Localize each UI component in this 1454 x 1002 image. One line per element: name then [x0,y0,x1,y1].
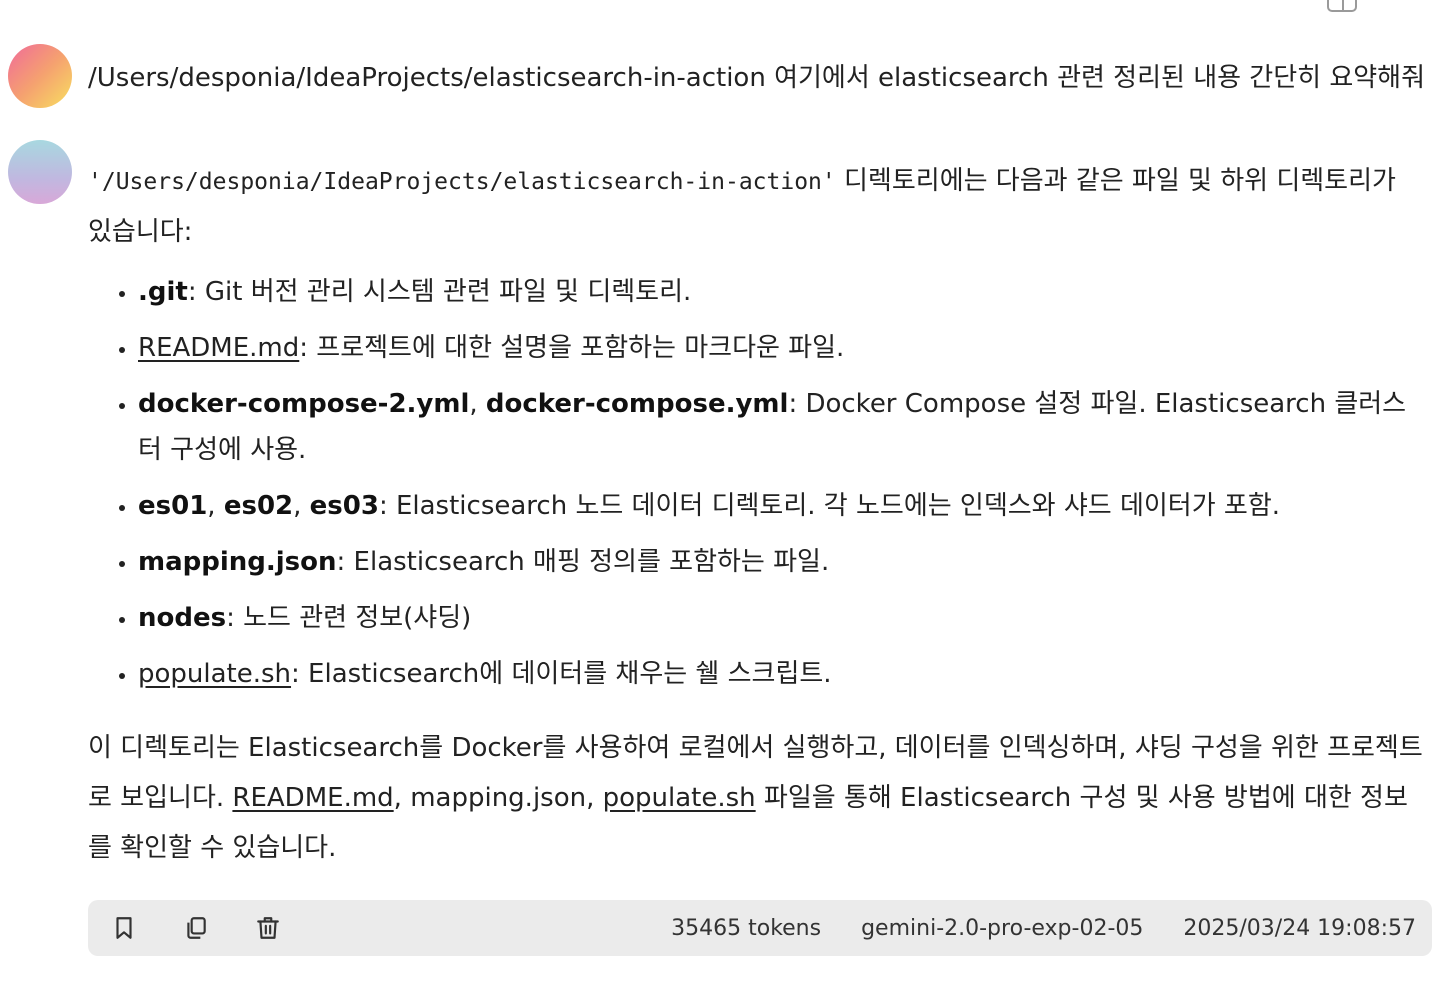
more-horizontal-icon[interactable]: ··· [1397,0,1428,9]
list-item: docker-compose-2.yml, docker-compose.yml… [138,381,1428,473]
token-count: 35465 tokens [671,915,822,941]
readme-link[interactable]: README.md [232,783,393,813]
list-item: mapping.json: Elasticsearch 매핑 정의를 포함하는 … [138,539,1428,585]
timestamp: 2025/03/24 19:08:57 [1183,915,1416,941]
item-desc: : Elasticsearch에 데이터를 채우는 쉘 스크립트. [291,659,832,689]
copy-icon[interactable] [176,908,216,948]
summary-paragraph: 이 디렉토리는 Elasticsearch를 Docker를 사용하여 로컬에서… [88,723,1428,873]
item-name: docker-compose-2.yml [138,389,470,419]
populate-link[interactable]: populate.sh [138,659,291,689]
summary-text: , mapping.json, [393,783,603,813]
list-item: .git: Git 버전 관리 시스템 관련 파일 및 디렉토리. [138,269,1428,315]
list-item: README.md: 프로젝트에 대한 설명을 포함하는 마크다운 파일. [138,325,1428,371]
user-message-text: /Users/desponia/IdeaProjects/elasticsear… [88,63,1426,93]
list-item: es01, es02, es03: Elasticsearch 노드 데이터 디… [138,483,1428,529]
top-toolbar: ··· [1327,0,1428,12]
message-footer: 35465 tokens gemini-2.0-pro-exp-02-05 20… [88,900,1432,956]
item-desc: : Elasticsearch 노드 데이터 디렉토리. 각 노드에는 인덱스와… [378,491,1281,521]
chat-page: ··· /Users/desponia/IdeaProjects/elastic… [0,0,1454,1002]
item-sep: , [293,491,310,521]
item-name: docker-compose.yml [485,389,789,419]
user-avatar [8,44,72,108]
panel-layout-icon[interactable] [1327,0,1358,12]
item-desc: : Elasticsearch 매핑 정의를 포함하는 파일. [336,547,830,577]
intro-paragraph: '/Users/desponia/IdeaProjects/elasticsea… [88,156,1428,257]
item-desc: : 노드 관련 정보(샤딩) [226,603,472,633]
item-name: es01 [138,491,208,521]
item-name: mapping.json [138,547,337,577]
populate-link[interactable]: populate.sh [603,783,756,813]
item-desc: : Git 버전 관리 시스템 관련 파일 및 디렉토리. [187,277,692,307]
readme-link[interactable]: README.md [138,333,299,363]
trash-icon[interactable] [248,908,288,948]
item-desc: : 프로젝트에 대한 설명을 포함하는 마크다운 파일. [299,333,845,363]
item-sep: , [469,389,486,419]
list-item: nodes: 노드 관련 정보(샤딩) [138,595,1428,641]
assistant-avatar [8,140,72,204]
item-name: es03 [309,491,379,521]
item-name: es02 [223,491,294,521]
item-sep: , [207,491,224,521]
message-meta: 35465 tokens gemini-2.0-pro-exp-02-05 20… [671,916,1416,941]
bookmark-icon[interactable] [104,908,144,948]
list-item: populate.sh: Elasticsearch에 데이터를 채우는 쉘 스… [138,651,1428,697]
assistant-message: '/Users/desponia/IdeaProjects/elasticsea… [88,156,1428,873]
intro-path-code: '/Users/desponia/IdeaProjects/elasticsea… [88,169,836,195]
item-name: nodes [138,603,227,633]
model-name: gemini-2.0-pro-exp-02-05 [861,915,1144,941]
item-name: .git [138,277,188,307]
file-list: .git: Git 버전 관리 시스템 관련 파일 및 디렉토리. README… [88,269,1428,697]
